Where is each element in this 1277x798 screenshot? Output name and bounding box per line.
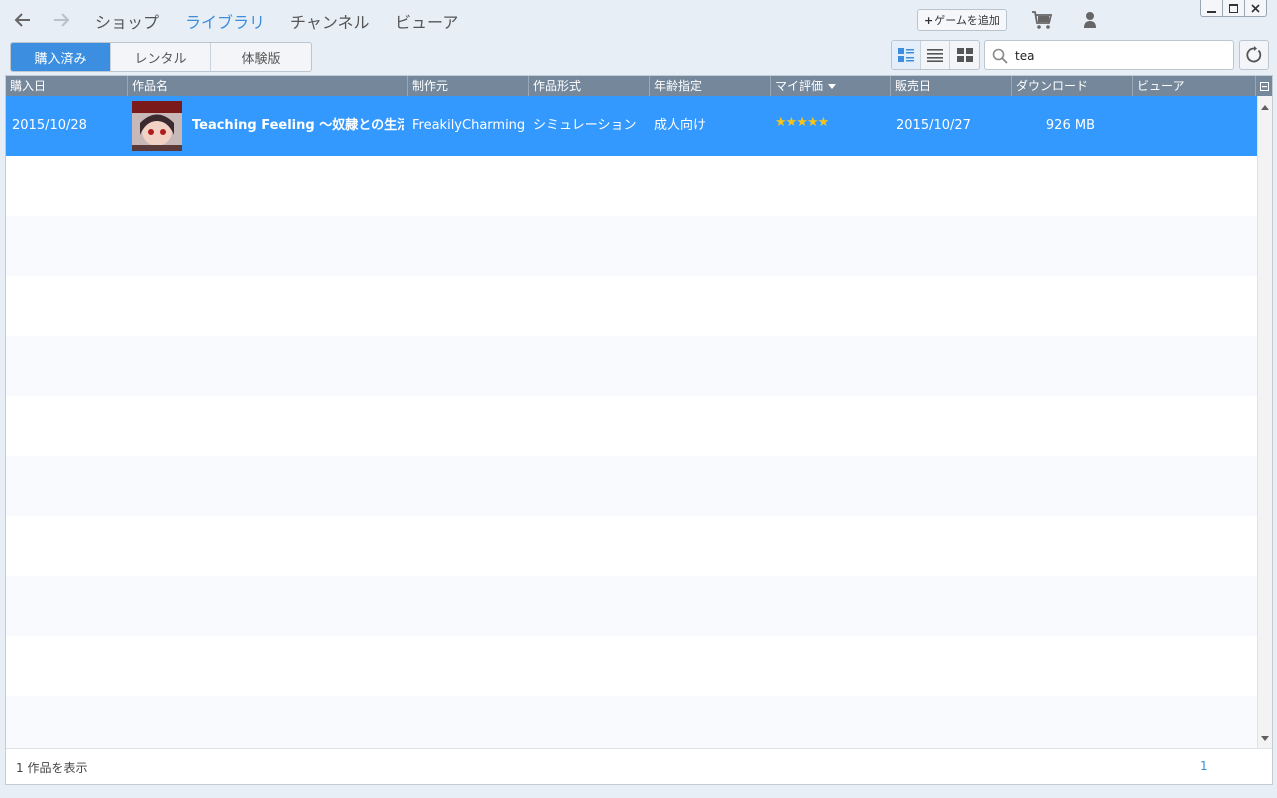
list-icon[interactable] (921, 41, 950, 69)
table-row[interactable]: 2015/10/28 Teaching Feeling ～奴隷との生活～ Fre… (6, 96, 1257, 156)
download-size: 926 MB (1045, 118, 1095, 133)
view-mode-toggle (891, 40, 980, 70)
column-purchase-date[interactable]: 購入日 (6, 76, 127, 96)
arrow-left-icon[interactable] (9, 6, 37, 34)
arrow-right-icon[interactable] (47, 6, 75, 34)
refresh-button[interactable] (1239, 40, 1269, 70)
grid-icon[interactable] (950, 41, 979, 69)
list-detail-icon[interactable] (892, 41, 921, 69)
column-format[interactable]: 作品形式 (528, 76, 649, 96)
add-game-plus: + (924, 13, 934, 27)
release-date: 2015/10/27 (896, 118, 971, 133)
scroll-down-icon[interactable] (1261, 736, 1269, 741)
search-box (984, 40, 1234, 70)
minimize-icon[interactable] (1200, 0, 1223, 17)
row-list: 2015/10/28 Teaching Feeling ～奴隷との生活～ Fre… (6, 96, 1257, 748)
star-rating[interactable]: ★★★★★ (775, 115, 829, 131)
sort-descending-icon (828, 84, 837, 89)
user-icon[interactable] (1082, 11, 1098, 29)
column-title[interactable]: 作品名 (127, 76, 407, 96)
list-footer: 1 作品を表示 1 (6, 748, 1272, 784)
column-settings-icon[interactable] (1255, 76, 1272, 96)
column-age-rating[interactable]: 年齢指定 (649, 76, 770, 96)
refresh-icon (1246, 46, 1262, 63)
tab-rental[interactable]: レンタル (111, 43, 211, 71)
column-header: 購入日 作品名 制作元 作品形式 年齢指定 マイ評価 販売日 ダウンロード ビュ… (6, 76, 1272, 96)
item-count: 1 作品を表示 (16, 761, 88, 775)
column-my-rating-label: マイ評価 (775, 79, 824, 93)
purchase-date: 2015/10/28 (12, 118, 87, 133)
scroll-up-icon[interactable] (1261, 105, 1269, 110)
tab-trial[interactable]: 体験版 (211, 43, 311, 71)
column-release-date[interactable]: 販売日 (890, 76, 1011, 96)
search-input[interactable] (1015, 46, 1225, 66)
maximize-icon[interactable] (1222, 0, 1245, 17)
game-thumbnail (132, 101, 182, 151)
game-title: Teaching Feeling ～奴隷との生活～ (192, 118, 404, 133)
nav-channel[interactable]: チャンネル (290, 9, 370, 33)
add-game-label: ゲームを追加 (934, 14, 1000, 27)
window-controls (1200, 0, 1267, 17)
top-bar: ショップ ライブラリ チャンネル ビューア + ゲームを追加 (0, 0, 1277, 40)
column-download[interactable]: ダウンロード (1011, 76, 1132, 96)
viewer (1137, 96, 1251, 156)
column-maker[interactable]: 制作元 (407, 76, 528, 96)
format: シミュレーション (533, 118, 637, 133)
library-list: 購入日 作品名 制作元 作品形式 年齢指定 マイ評価 販売日 ダウンロード ビュ… (5, 75, 1273, 785)
column-my-rating[interactable]: マイ評価 (770, 76, 890, 96)
nav-shop[interactable]: ショップ (95, 9, 159, 33)
cart-icon[interactable] (1031, 10, 1053, 30)
library-tabs: 購入済み レンタル 体験版 (10, 42, 312, 72)
tab-purchased[interactable]: 購入済み (11, 43, 111, 71)
search-icon (992, 48, 1008, 64)
age-rating: 成人向け (654, 118, 707, 133)
nav-library[interactable]: ライブラリ (185, 9, 265, 33)
page-number[interactable]: 1 (1200, 759, 1208, 773)
close-icon[interactable] (1244, 0, 1267, 17)
add-game-button[interactable]: + ゲームを追加 (917, 9, 1007, 31)
nav-viewer[interactable]: ビューア (395, 9, 458, 33)
column-viewer[interactable]: ビューア (1132, 76, 1255, 96)
vertical-scrollbar[interactable] (1257, 96, 1272, 748)
maker: FreakilyCharming (412, 118, 526, 133)
